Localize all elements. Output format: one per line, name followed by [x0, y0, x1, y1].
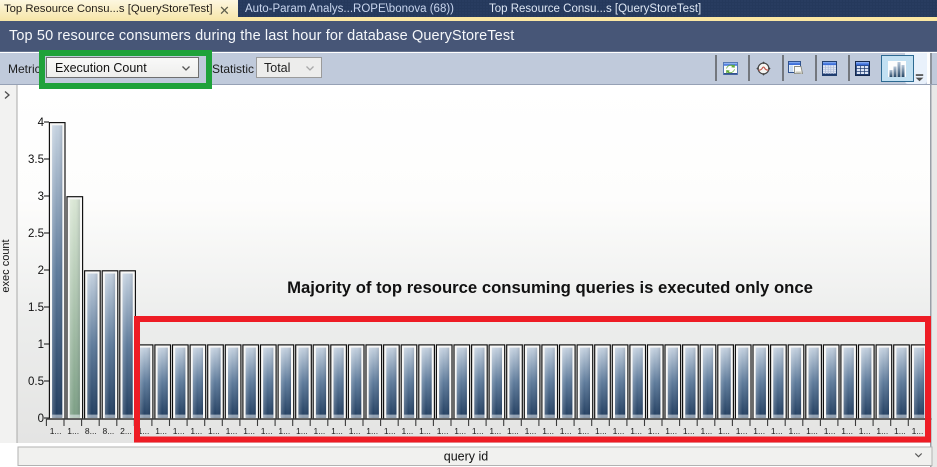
svg-text:0: 0: [38, 413, 44, 425]
svg-text:1...: 1...: [454, 426, 466, 436]
svg-text:1...: 1...: [648, 426, 660, 436]
svg-text:1...: 1...: [683, 426, 695, 436]
svg-text:1...: 1...: [630, 426, 642, 436]
svg-text:0.5: 0.5: [28, 376, 44, 388]
svg-text:1...: 1...: [190, 426, 202, 436]
svg-text:1...: 1...: [67, 426, 79, 436]
svg-text:query id: query id: [444, 450, 489, 464]
svg-text:1...: 1...: [349, 426, 361, 436]
svg-text:1...: 1...: [507, 426, 519, 436]
svg-text:exec count: exec count: [0, 239, 12, 292]
svg-text:4: 4: [38, 117, 45, 129]
svg-text:1...: 1...: [296, 426, 308, 436]
svg-text:1...: 1...: [437, 426, 449, 436]
svg-text:1...: 1...: [595, 426, 607, 436]
svg-text:2.5: 2.5: [28, 228, 44, 240]
svg-text:1...: 1...: [173, 426, 185, 436]
svg-text:1...: 1...: [542, 426, 554, 436]
svg-text:1...: 1...: [700, 426, 712, 436]
svg-text:1...: 1...: [560, 426, 572, 436]
svg-text:3.5: 3.5: [28, 154, 44, 166]
svg-text:2...: 2...: [120, 426, 132, 436]
svg-text:1: 1: [38, 339, 44, 351]
svg-text:1...: 1...: [243, 426, 255, 436]
svg-text:1...: 1...: [155, 426, 167, 436]
svg-text:Majority of top resource consu: Majority of top resource consuming queri…: [287, 278, 813, 297]
svg-text:1...: 1...: [841, 426, 853, 436]
svg-text:1...: 1...: [50, 426, 62, 436]
svg-text:1...: 1...: [419, 426, 431, 436]
svg-text:1...: 1...: [489, 426, 501, 436]
svg-text:1...: 1...: [278, 426, 290, 436]
svg-text:1...: 1...: [894, 426, 906, 436]
svg-text:2: 2: [38, 265, 44, 277]
svg-text:1...: 1...: [912, 426, 924, 436]
svg-text:1...: 1...: [876, 426, 888, 436]
svg-text:1...: 1...: [665, 426, 677, 436]
svg-text:1.5: 1.5: [28, 302, 44, 314]
svg-text:8...: 8...: [102, 426, 114, 436]
svg-text:1...: 1...: [577, 426, 589, 436]
svg-text:1...: 1...: [313, 426, 325, 436]
svg-text:1...: 1...: [366, 426, 378, 436]
svg-text:1...: 1...: [401, 426, 413, 436]
svg-text:3: 3: [38, 191, 44, 203]
svg-text:1...: 1...: [472, 426, 484, 436]
svg-text:1...: 1...: [208, 426, 220, 436]
svg-text:1...: 1...: [261, 426, 273, 436]
svg-text:1...: 1...: [771, 426, 783, 436]
svg-text:1...: 1...: [753, 426, 765, 436]
svg-text:1...: 1...: [806, 426, 818, 436]
svg-text:1...: 1...: [331, 426, 343, 436]
svg-text:1...: 1...: [525, 426, 537, 436]
svg-text:1...: 1...: [824, 426, 836, 436]
svg-text:1...: 1...: [613, 426, 625, 436]
svg-text:1...: 1...: [859, 426, 871, 436]
svg-text:1...: 1...: [736, 426, 748, 436]
svg-text:8...: 8...: [85, 426, 97, 436]
svg-text:1...: 1...: [226, 426, 238, 436]
svg-text:1...: 1...: [788, 426, 800, 436]
svg-text:1...: 1...: [384, 426, 396, 436]
svg-text:1...: 1...: [718, 426, 730, 436]
